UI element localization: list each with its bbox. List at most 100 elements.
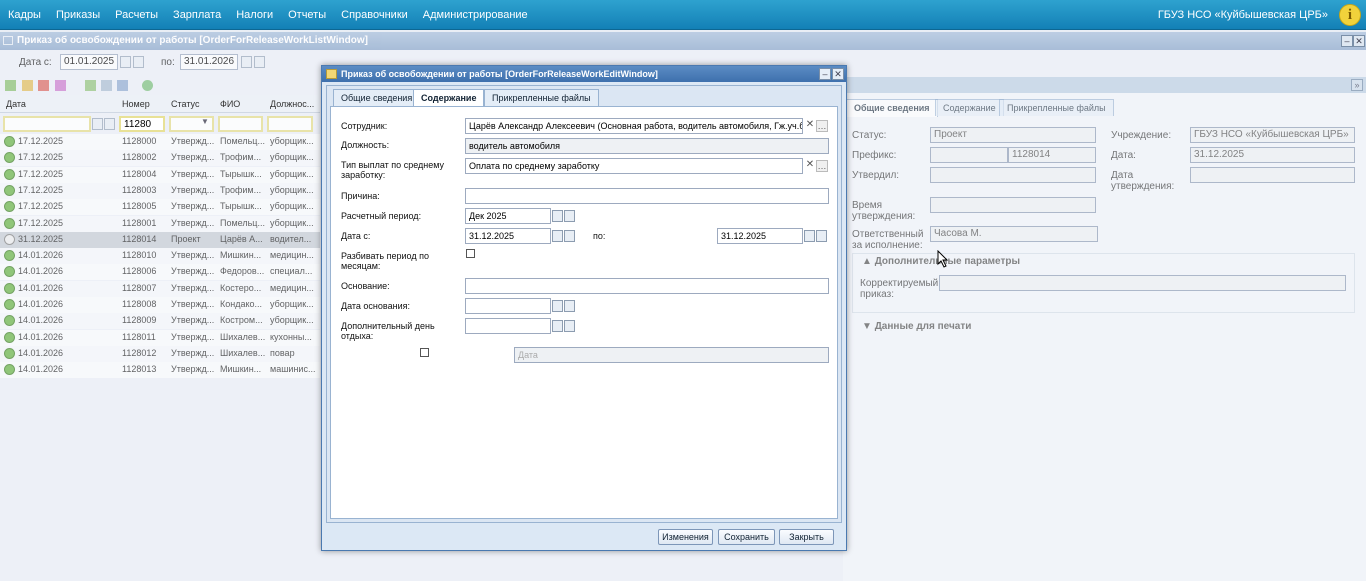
close-button[interactable]: Закрыть bbox=[779, 529, 834, 545]
clear-filter-icon[interactable] bbox=[104, 118, 115, 130]
detail-tab-content[interactable]: Содержание bbox=[935, 99, 1004, 116]
col-number[interactable]: Номер bbox=[117, 96, 150, 112]
minimize-icon[interactable]: – bbox=[819, 68, 831, 80]
menu-salary[interactable]: Зарплата bbox=[173, 9, 221, 21]
pay-type-field[interactable]: Оплата по среднему заработку bbox=[465, 158, 803, 174]
clear-icon[interactable]: ✕ bbox=[804, 160, 816, 172]
col-status[interactable]: Статус bbox=[166, 96, 199, 112]
clear-date-icon[interactable] bbox=[564, 230, 575, 242]
detail-tab-general[interactable]: Общие сведения bbox=[846, 99, 938, 117]
table-cell: Утвержд... bbox=[171, 136, 215, 146]
select-button[interactable]: … bbox=[816, 160, 828, 172]
calendar-icon[interactable] bbox=[241, 56, 252, 68]
calendar-icon[interactable] bbox=[92, 118, 103, 130]
close-icon[interactable]: ✕ bbox=[832, 68, 844, 80]
col-fio[interactable]: ФИО bbox=[215, 96, 240, 112]
clear-icon[interactable]: ✕ bbox=[804, 120, 816, 132]
menu-payroll[interactable]: Расчеты bbox=[115, 9, 158, 21]
menu-kadry[interactable]: Кадры bbox=[8, 9, 41, 21]
calendar-icon[interactable] bbox=[552, 300, 563, 312]
date-from-input[interactable]: 01.01.2025 bbox=[60, 54, 118, 70]
changes-button[interactable]: Изменения bbox=[658, 529, 713, 545]
col-position[interactable]: Должнос... bbox=[265, 96, 314, 112]
table-cell: уборщик... bbox=[270, 201, 314, 212]
filter-fio[interactable] bbox=[218, 116, 263, 132]
reason-field[interactable] bbox=[465, 188, 829, 204]
extra-date-checkbox[interactable] bbox=[420, 348, 429, 357]
col-date[interactable]: Дата bbox=[1, 96, 26, 112]
split-period-checkbox[interactable] bbox=[466, 249, 475, 258]
refresh-date-icon[interactable] bbox=[133, 56, 144, 68]
approve-icon[interactable] bbox=[85, 80, 96, 91]
table-row[interactable]: 14.01.2026 1128010 Утвержд... Мишкин... меди… bbox=[0, 248, 320, 265]
table-cell: 1128005 bbox=[122, 201, 157, 212]
employee-field[interactable]: Царёв Александр Алексеевич (Основная раб… bbox=[465, 118, 803, 134]
date-field: 31.12.2025 bbox=[1190, 147, 1355, 163]
status-ok-icon bbox=[4, 299, 15, 310]
collapse-icon[interactable]: » bbox=[1351, 79, 1363, 91]
save-button[interactable]: Сохранить bbox=[718, 529, 775, 545]
unapprove-icon[interactable] bbox=[101, 80, 112, 91]
table-cell: Трофим... bbox=[220, 184, 262, 195]
select-button[interactable]: … bbox=[816, 120, 828, 132]
extra-day-field[interactable] bbox=[465, 318, 551, 334]
table-row[interactable]: 17.12.2025 1128001 Утвержд... Помельц... убо… bbox=[0, 215, 320, 232]
table-row[interactable]: 17.12.2025 1128002 Утвержд... Трофим... убор… bbox=[0, 150, 320, 167]
add-icon[interactable] bbox=[5, 80, 16, 91]
filter-position[interactable] bbox=[267, 116, 313, 132]
clear-date-icon[interactable] bbox=[564, 320, 575, 332]
table-row[interactable]: 17.12.2025 1128000 Утвержд... Помельц... убо… bbox=[0, 134, 320, 150]
print-data-section[interactable]: ▼ Данные для печати bbox=[862, 321, 971, 332]
calendar-icon[interactable] bbox=[552, 230, 563, 242]
prefix-label: Префикс: bbox=[852, 150, 897, 161]
tab-files[interactable]: Прикрепленные файлы bbox=[484, 89, 599, 106]
menu-admin[interactable]: Администрирование bbox=[423, 9, 528, 21]
table-cell: Утвержд... bbox=[171, 364, 215, 375]
close-icon[interactable]: ✕ bbox=[1353, 35, 1365, 47]
calendar-icon[interactable] bbox=[552, 320, 563, 332]
table-row[interactable]: 14.01.2026 1128007 Утвержд... Костеро... мед… bbox=[0, 280, 320, 297]
table-row[interactable]: 14.01.2026 1128006 Утвержд... Федоров... спе… bbox=[0, 264, 320, 281]
table-row[interactable]: 17.12.2025 1128005 Утвержд... Тырышк... убор… bbox=[0, 199, 320, 216]
menu-reports[interactable]: Отчеты bbox=[288, 9, 326, 21]
chevron-down-icon[interactable]: ▼ bbox=[201, 117, 213, 131]
period-field[interactable]: Дек 2025 bbox=[465, 208, 551, 224]
table-row[interactable]: 31.12.2025 1128014 Проект Царёв А... водител… bbox=[0, 231, 320, 248]
minimize-icon[interactable]: – bbox=[1341, 35, 1353, 47]
filter-date[interactable] bbox=[3, 116, 91, 132]
calendar-icon[interactable] bbox=[552, 210, 563, 222]
clear-date-icon[interactable] bbox=[564, 300, 575, 312]
clear-date-icon[interactable] bbox=[816, 230, 827, 242]
refresh-icon[interactable] bbox=[142, 80, 153, 91]
table-row[interactable]: 14.01.2026 1128011 Утвержд... Шихалев... кух… bbox=[0, 329, 320, 346]
clear-date-icon[interactable] bbox=[564, 210, 575, 222]
table-row[interactable]: 14.01.2026 1128008 Утвержд... Кондако... убо… bbox=[0, 297, 320, 313]
edit-icon[interactable] bbox=[22, 80, 33, 91]
tab-content[interactable]: Содержание bbox=[413, 89, 485, 107]
date-to-input[interactable]: 31.01.2026 bbox=[180, 54, 238, 70]
table-row[interactable]: 17.12.2025 1128003 Утвержд... Трофим... убор… bbox=[0, 182, 320, 199]
delete-icon[interactable] bbox=[38, 80, 49, 91]
info-icon[interactable]: i bbox=[1339, 4, 1361, 26]
table-row[interactable]: 14.01.2026 1128013 Утвержд... Мишкин... маши… bbox=[0, 362, 320, 379]
table-row[interactable]: 14.01.2026 1128009 Утвержд... Костром... убо… bbox=[0, 313, 320, 330]
menu-taxes[interactable]: Налоги bbox=[236, 9, 273, 21]
date-from-label: Дата с: bbox=[341, 231, 371, 241]
calendar-icon[interactable] bbox=[804, 230, 815, 242]
basis-date-field[interactable] bbox=[465, 298, 551, 314]
menu-orders[interactable]: Приказы bbox=[56, 9, 100, 21]
menu-references[interactable]: Справочники bbox=[341, 9, 408, 21]
status-icon[interactable] bbox=[55, 80, 66, 91]
basis-field[interactable] bbox=[465, 278, 829, 294]
refresh-date-icon[interactable] bbox=[254, 56, 265, 68]
tab-general[interactable]: Общие сведения bbox=[333, 89, 421, 106]
table-row[interactable]: 14.01.2026 1128012 Утвержд... Шихалев... пов… bbox=[0, 345, 320, 362]
filter-number[interactable]: 11280 bbox=[119, 116, 165, 132]
print-icon[interactable] bbox=[117, 80, 128, 91]
detail-tab-files[interactable]: Прикрепленные файлы bbox=[999, 99, 1114, 116]
table-row[interactable]: 17.12.2025 1128004 Утвержд... Тырышк... убор… bbox=[0, 166, 320, 183]
date-to-field[interactable]: 31.12.2025 bbox=[717, 228, 803, 244]
calendar-icon[interactable] bbox=[120, 56, 131, 68]
date-from-field[interactable]: 31.12.2025 bbox=[465, 228, 551, 244]
status-ok-icon bbox=[4, 217, 15, 229]
